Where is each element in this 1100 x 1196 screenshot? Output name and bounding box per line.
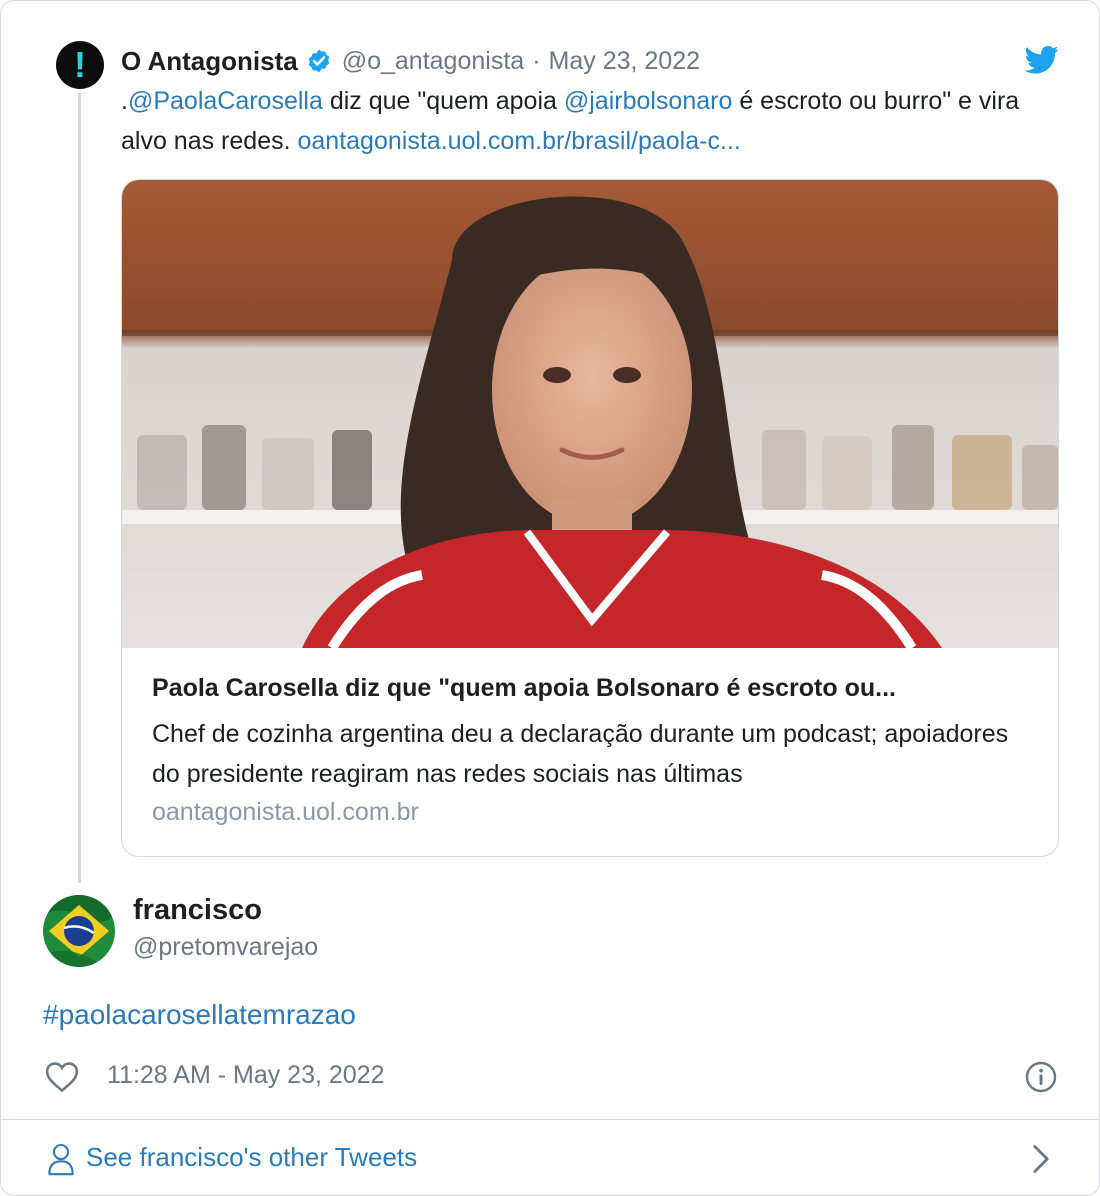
tweet-timestamp[interactable]: 11:28 AM - May 23, 2022 (107, 1061, 384, 1090)
mention-jairbolsonaro[interactable]: @jairbolsonaro (564, 87, 733, 115)
card-title: Paola Carosella diz que "quem apoia Bols… (152, 674, 896, 702)
heart-icon[interactable] (45, 1061, 79, 1093)
brazil-flag-avatar[interactable] (43, 895, 115, 967)
author-name[interactable]: francisco (133, 894, 262, 927)
quoted-author-handle[interactable]: @o_antagonista (342, 47, 524, 76)
info-icon[interactable] (1025, 1061, 1057, 1093)
person-icon (48, 1143, 74, 1176)
verified-badge-icon (308, 49, 330, 73)
brazil-flag-icon (43, 895, 115, 967)
tweet-embed: ! O Antagonista @o_antagonista · May 23,… (0, 0, 1100, 1196)
thread-connector-line (78, 93, 81, 883)
author-handle[interactable]: @pretomvarejao (133, 933, 318, 962)
quoted-tweet-text: .@PaolaCarosella diz que "quem apoia @ja… (121, 81, 1021, 161)
card-domain: oantagonista.uol.com.br (152, 798, 419, 826)
exclamation-icon: ! (74, 44, 86, 85)
hashtag-link[interactable]: #paolacarosellatemrazao (43, 999, 356, 1031)
mention-paolacarosella[interactable]: @PaolaCarosella (128, 87, 323, 115)
twitter-bird-icon[interactable] (1025, 45, 1059, 75)
text-prefix: . (121, 87, 128, 115)
header-separator: · (532, 46, 541, 75)
quoted-tweet-date[interactable]: May 23, 2022 (549, 47, 701, 76)
see-other-tweets-label[interactable]: See francisco's other Tweets (86, 1142, 417, 1173)
chevron-right-icon[interactable] (1031, 1144, 1051, 1174)
article-photo (122, 180, 1058, 648)
link-preview-card[interactable]: Paola Carosella diz que "quem apoia Bols… (121, 179, 1059, 857)
quoted-author-name[interactable]: O Antagonista (121, 46, 298, 77)
quoted-author-avatar[interactable]: ! (56, 41, 104, 89)
quoted-tweet-header: O Antagonista @o_antagonista · May 23, 2… (121, 41, 700, 81)
text-part: diz que "quem apoia (322, 87, 564, 115)
article-link[interactable]: oantagonista.uol.com.br/brasil/paola-c..… (298, 127, 741, 155)
see-other-tweets-link[interactable]: See francisco's other Tweets (1, 1120, 1099, 1195)
card-description: Chef de cozinha argentina deu a declaraç… (152, 720, 1009, 788)
